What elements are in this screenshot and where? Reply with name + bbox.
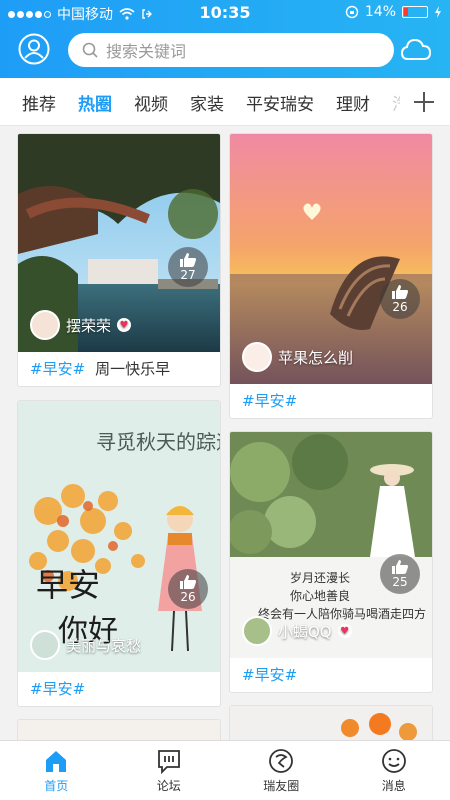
category-tabs: 推荐 热圈 视频 家装 平安瑞安 理财 汽 (0, 78, 450, 126)
like-button[interactable]: 25 (380, 554, 420, 594)
nav-forum[interactable]: 论坛 (113, 741, 226, 800)
heart-badge-icon: ♥ (117, 318, 132, 332)
post-tag[interactable]: #早安# (30, 678, 85, 699)
bottom-nav: 首页 论坛 瑞友圈 消息 (0, 740, 450, 800)
nav-label: 瑞友圈 (263, 778, 300, 793)
nav-label: 消息 (381, 778, 406, 793)
post-caption: #早安# (30, 670, 85, 706)
post-card[interactable]: 岁月还漫长 你心地善良 终会有一人陪你骑马喝酒走四方 25 小蝎QQ ♥ #早安… (229, 431, 433, 693)
add-tab-button[interactable] (408, 86, 440, 118)
heart-badge-icon: ♥ (337, 624, 352, 638)
tab-hot-circle[interactable]: 热圈 (78, 90, 112, 115)
like-count: 27 (180, 268, 196, 282)
tab-recommend[interactable]: 推荐 (22, 90, 56, 115)
search-icon (82, 42, 98, 58)
post-author[interactable]: 苹果怎么削 (242, 342, 353, 372)
post-author[interactable]: 小蝎QQ ♥ (242, 616, 352, 646)
like-count: 26 (180, 590, 196, 604)
post-tag[interactable]: #早安# (242, 664, 297, 685)
svg-text:早安: 早安 (36, 566, 100, 604)
post-card[interactable]: 27 摆荣荣 ♥ #早安# 周一快乐早 (17, 133, 221, 387)
avatar (242, 342, 272, 372)
post-tag[interactable]: #早安# (242, 390, 297, 411)
battery-icon (402, 6, 428, 18)
cloud-icon[interactable] (400, 37, 432, 63)
like-count: 25 (392, 575, 408, 589)
avatar (242, 616, 272, 646)
svg-text:你心地善良: 你心地善良 (290, 588, 350, 603)
post-author[interactable]: 摆荣荣 ♥ (30, 310, 132, 340)
thumbs-up-icon (180, 253, 196, 267)
charging-icon (435, 6, 441, 18)
post-text: 周一快乐早 (95, 359, 171, 378)
home-icon (46, 750, 67, 772)
post-caption: #早安# (242, 382, 297, 418)
like-button[interactable]: 26 (380, 279, 420, 319)
tab-home-decor[interactable]: 家装 (190, 90, 224, 115)
post-caption: #早安# (242, 656, 297, 692)
avatar (30, 310, 60, 340)
tab-video[interactable]: 视频 (134, 90, 168, 115)
post-tag[interactable]: #早安# (30, 358, 85, 379)
message-icon (381, 748, 406, 773)
forum-icon (157, 749, 180, 774)
nav-messages[interactable]: 消息 (338, 741, 450, 800)
nav-label: 首页 (44, 778, 69, 793)
author-name: 美丽与哀愁 (66, 636, 142, 655)
search-input[interactable]: 搜索关键词 (68, 33, 394, 67)
post-card[interactable]: 寻觅秋天的踪迹 早安 你好 26 美丽与哀愁 #早安# (17, 400, 221, 707)
search-placeholder: 搜索关键词 (106, 42, 187, 61)
author-name: 摆荣荣 (66, 316, 112, 335)
thumbs-up-icon (392, 560, 408, 574)
like-count: 26 (392, 300, 408, 314)
battery-percent: 14% (364, 4, 396, 20)
thumbs-up-icon (180, 575, 196, 589)
tab-auto[interactable]: 汽 (392, 90, 400, 115)
friends-circle-icon (269, 748, 294, 773)
author-name: 苹果怎么削 (278, 348, 354, 367)
profile-icon[interactable] (18, 33, 50, 65)
header: 中国移动 10:35 14% 搜索关键词 (0, 0, 450, 78)
nav-friends-circle[interactable]: 瑞友圈 (225, 741, 338, 800)
status-bar: 中国移动 10:35 14% (0, 0, 450, 26)
tab-finance[interactable]: 理财 (336, 90, 370, 115)
nav-label: 论坛 (156, 778, 181, 793)
tab-pingan-ruian[interactable]: 平安瑞安 (246, 90, 314, 115)
author-name: 小蝎QQ (278, 622, 332, 641)
svg-text:岁月还漫长: 岁月还漫长 (290, 570, 350, 585)
post-caption: #早安# 周一快乐早 (30, 350, 170, 386)
thumbs-up-icon (392, 285, 408, 299)
nav-home[interactable]: 首页 (0, 741, 113, 800)
post-card[interactable]: 26 苹果怎么削 #早安# (229, 133, 433, 419)
avatar (30, 630, 60, 660)
like-button[interactable]: 26 (168, 569, 208, 609)
post-author[interactable]: 美丽与哀愁 (30, 630, 141, 660)
svg-text:寻觅秋天的踪迹: 寻觅秋天的踪迹 (96, 430, 221, 454)
rotation-lock-icon (345, 5, 359, 19)
like-button[interactable]: 27 (168, 247, 208, 287)
